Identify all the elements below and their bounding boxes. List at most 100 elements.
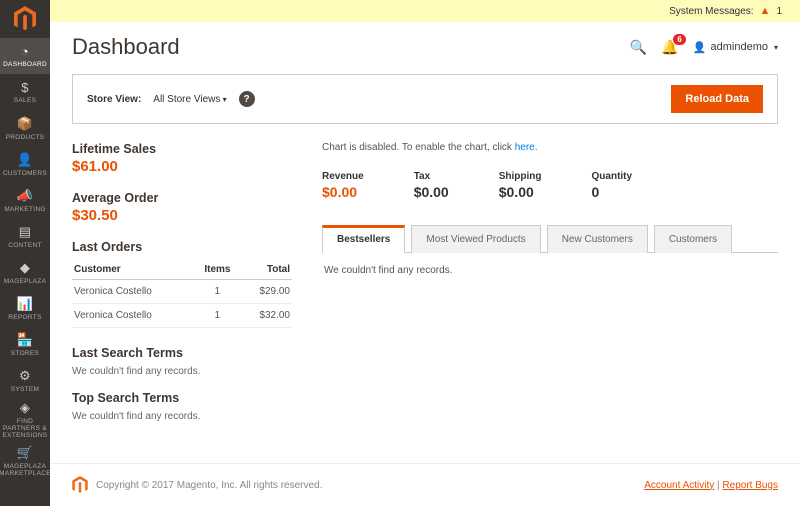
last-search-section: Last Search Terms We couldn't find any r… <box>72 346 292 377</box>
nav-sales[interactable]: $SALES <box>0 74 50 110</box>
nav-label: CUSTOMERS <box>3 170 47 177</box>
sysmsg-label: System Messages: <box>669 6 753 17</box>
nav-stores[interactable]: 🏪 STORES <box>0 326 50 362</box>
warning-icon: ▲ <box>760 5 771 17</box>
cell-items: 1 <box>195 304 240 328</box>
tabs: Bestsellers Most Viewed Products New Cus… <box>322 224 778 253</box>
top-search-empty: We couldn't find any records. <box>72 411 292 422</box>
col-customer[interactable]: Customer <box>72 260 195 280</box>
chart-msg-prefix: Chart is disabled. To enable the chart, … <box>322 142 515 153</box>
username-text: admindemo <box>711 41 768 53</box>
metric-value: $0.00 <box>499 184 542 200</box>
top-search-section: Top Search Terms We couldn't find any re… <box>72 391 292 422</box>
avg-value: $30.50 <box>72 207 292 224</box>
nav-label: MAGEPLAZA <box>4 278 46 285</box>
nav-label: FIND PARTNERS & EXTENSIONS <box>0 418 50 439</box>
nav-reports[interactable]: 📊REPORTS <box>0 290 50 326</box>
col-total[interactable]: Total <box>240 260 292 280</box>
content-area: System Messages: ▲ 1 Dashboard 🔍 🔔6 👤adm… <box>50 0 800 506</box>
person-icon: 👤 <box>17 152 34 168</box>
storeview-select[interactable]: All Store Views <box>153 94 226 105</box>
nav-label: REPORTS <box>8 314 41 321</box>
tab-content-empty: We couldn't find any records. <box>322 253 778 288</box>
system-messages-bar[interactable]: System Messages: ▲ 1 <box>50 0 800 22</box>
tab-most-viewed[interactable]: Most Viewed Products <box>411 225 540 253</box>
metrics-row: Revenue $0.00 Tax $0.00 Shipping $0.00 Quan… <box>322 171 778 200</box>
metric-label: Revenue <box>322 171 364 182</box>
nav-system[interactable]: ⚙SYSTEM <box>0 362 50 398</box>
diamond-icon: ◆ <box>20 260 30 276</box>
storeview-label: Store View: <box>87 94 141 105</box>
tab-new-customers[interactable]: New Customers <box>547 225 648 253</box>
sidebar: ◔ DASHBOARD $SALES 📦 PRODUCTS 👤 CUSTOMERS 📣… <box>0 0 50 506</box>
nav-label: PRODUCTS <box>6 134 45 141</box>
top-bar: Dashboard 🔍 🔔6 👤admindemo <box>50 22 800 74</box>
metric-shipping: Shipping $0.00 <box>499 171 542 200</box>
dashboard-icon: ◔ <box>21 44 29 59</box>
metric-quantity: Quantity 0 <box>592 171 633 200</box>
nav-label: DASHBOARD <box>3 61 47 68</box>
col-items[interactable]: Items <box>195 260 240 280</box>
footer-links: Account Activity | Report Bugs <box>644 480 778 491</box>
user-menu[interactable]: 👤admindemo <box>693 41 778 54</box>
avg-label: Average Order <box>72 191 292 205</box>
nav-dashboard[interactable]: ◔ DASHBOARD <box>0 38 50 74</box>
megaphone-icon: 📣 <box>17 188 34 204</box>
nav-content[interactable]: ▤CONTENT <box>0 218 50 254</box>
cell-total: $29.00 <box>240 280 292 304</box>
nav-customers[interactable]: 👤 CUSTOMERS <box>0 146 50 182</box>
nav-products[interactable]: 📦 PRODUCTS <box>0 110 50 146</box>
chart-msg-suffix: . <box>535 142 538 153</box>
copyright-text: Copyright © 2017 Magento, Inc. All right… <box>96 480 322 491</box>
metric-value: $0.00 <box>414 184 449 200</box>
metric-value: 0 <box>592 184 633 200</box>
nav-marketplace[interactable]: 🛒 MAGEPLAZA MARKETPLACE <box>0 440 50 482</box>
nav-label: SALES <box>14 97 36 104</box>
left-column: Lifetime Sales $61.00 Average Order $30.… <box>72 142 292 463</box>
store-icon: 🏪 <box>17 332 34 348</box>
metric-value: $0.00 <box>322 184 364 200</box>
enable-chart-link[interactable]: here <box>515 142 535 153</box>
last-orders-title: Last Orders <box>72 240 292 254</box>
notifications-icon[interactable]: 🔔6 <box>661 39 678 56</box>
magento-logo-icon <box>72 476 88 494</box>
help-icon[interactable]: ? <box>239 91 255 107</box>
sysmsg-count: 1 <box>776 6 782 17</box>
tab-bestsellers[interactable]: Bestsellers <box>322 225 405 253</box>
page-title: Dashboard <box>72 34 180 60</box>
nav-mageplaza[interactable]: ◆ MAGEPLAZA <box>0 254 50 290</box>
top-actions: 🔍 🔔6 👤admindemo <box>630 39 778 56</box>
metric-tax: Tax $0.00 <box>414 171 449 200</box>
table-row[interactable]: Veronica Costello1$32.00 <box>72 304 292 328</box>
metric-label: Shipping <box>499 171 542 182</box>
magento-logo[interactable] <box>0 0 50 38</box>
search-icon[interactable]: 🔍 <box>630 39 647 56</box>
cell-customer: Veronica Costello <box>72 280 195 304</box>
nav-label: STORES <box>11 350 39 357</box>
notif-badge: 6 <box>673 34 685 45</box>
last-orders-table: Customer Items Total Veronica Costello1$… <box>72 260 292 328</box>
table-row[interactable]: Veronica Costello1$29.00 <box>72 280 292 304</box>
lifetime-sales-stat: Lifetime Sales $61.00 <box>72 142 292 175</box>
cell-customer: Veronica Costello <box>72 304 195 328</box>
store-view-bar: Store View: All Store Views ? Reload Dat… <box>72 74 778 124</box>
box-icon: 📦 <box>17 116 34 132</box>
nav-label: MAGEPLAZA MARKETPLACE <box>0 463 51 477</box>
report-bugs-link[interactable]: Report Bugs <box>722 480 778 491</box>
account-activity-link[interactable]: Account Activity <box>644 480 714 491</box>
nav-partners[interactable]: ◈ FIND PARTNERS & EXTENSIONS <box>0 398 50 440</box>
metric-label: Quantity <box>592 171 633 182</box>
reload-data-button[interactable]: Reload Data <box>671 85 763 113</box>
last-search-title: Last Search Terms <box>72 346 292 360</box>
cart-icon: 🛒 <box>17 445 34 461</box>
nav-marketing[interactable]: 📣MARKETING <box>0 182 50 218</box>
chart-disabled-message: Chart is disabled. To enable the chart, … <box>322 142 778 153</box>
metric-label: Tax <box>414 171 449 182</box>
tab-customers[interactable]: Customers <box>654 225 732 253</box>
partners-icon: ◈ <box>20 400 30 416</box>
footer: Copyright © 2017 Magento, Inc. All right… <box>50 463 800 506</box>
nav-label: CONTENT <box>8 242 42 249</box>
top-search-title: Top Search Terms <box>72 391 292 405</box>
right-column: Chart is disabled. To enable the chart, … <box>322 142 778 463</box>
average-order-stat: Average Order $30.50 <box>72 191 292 224</box>
